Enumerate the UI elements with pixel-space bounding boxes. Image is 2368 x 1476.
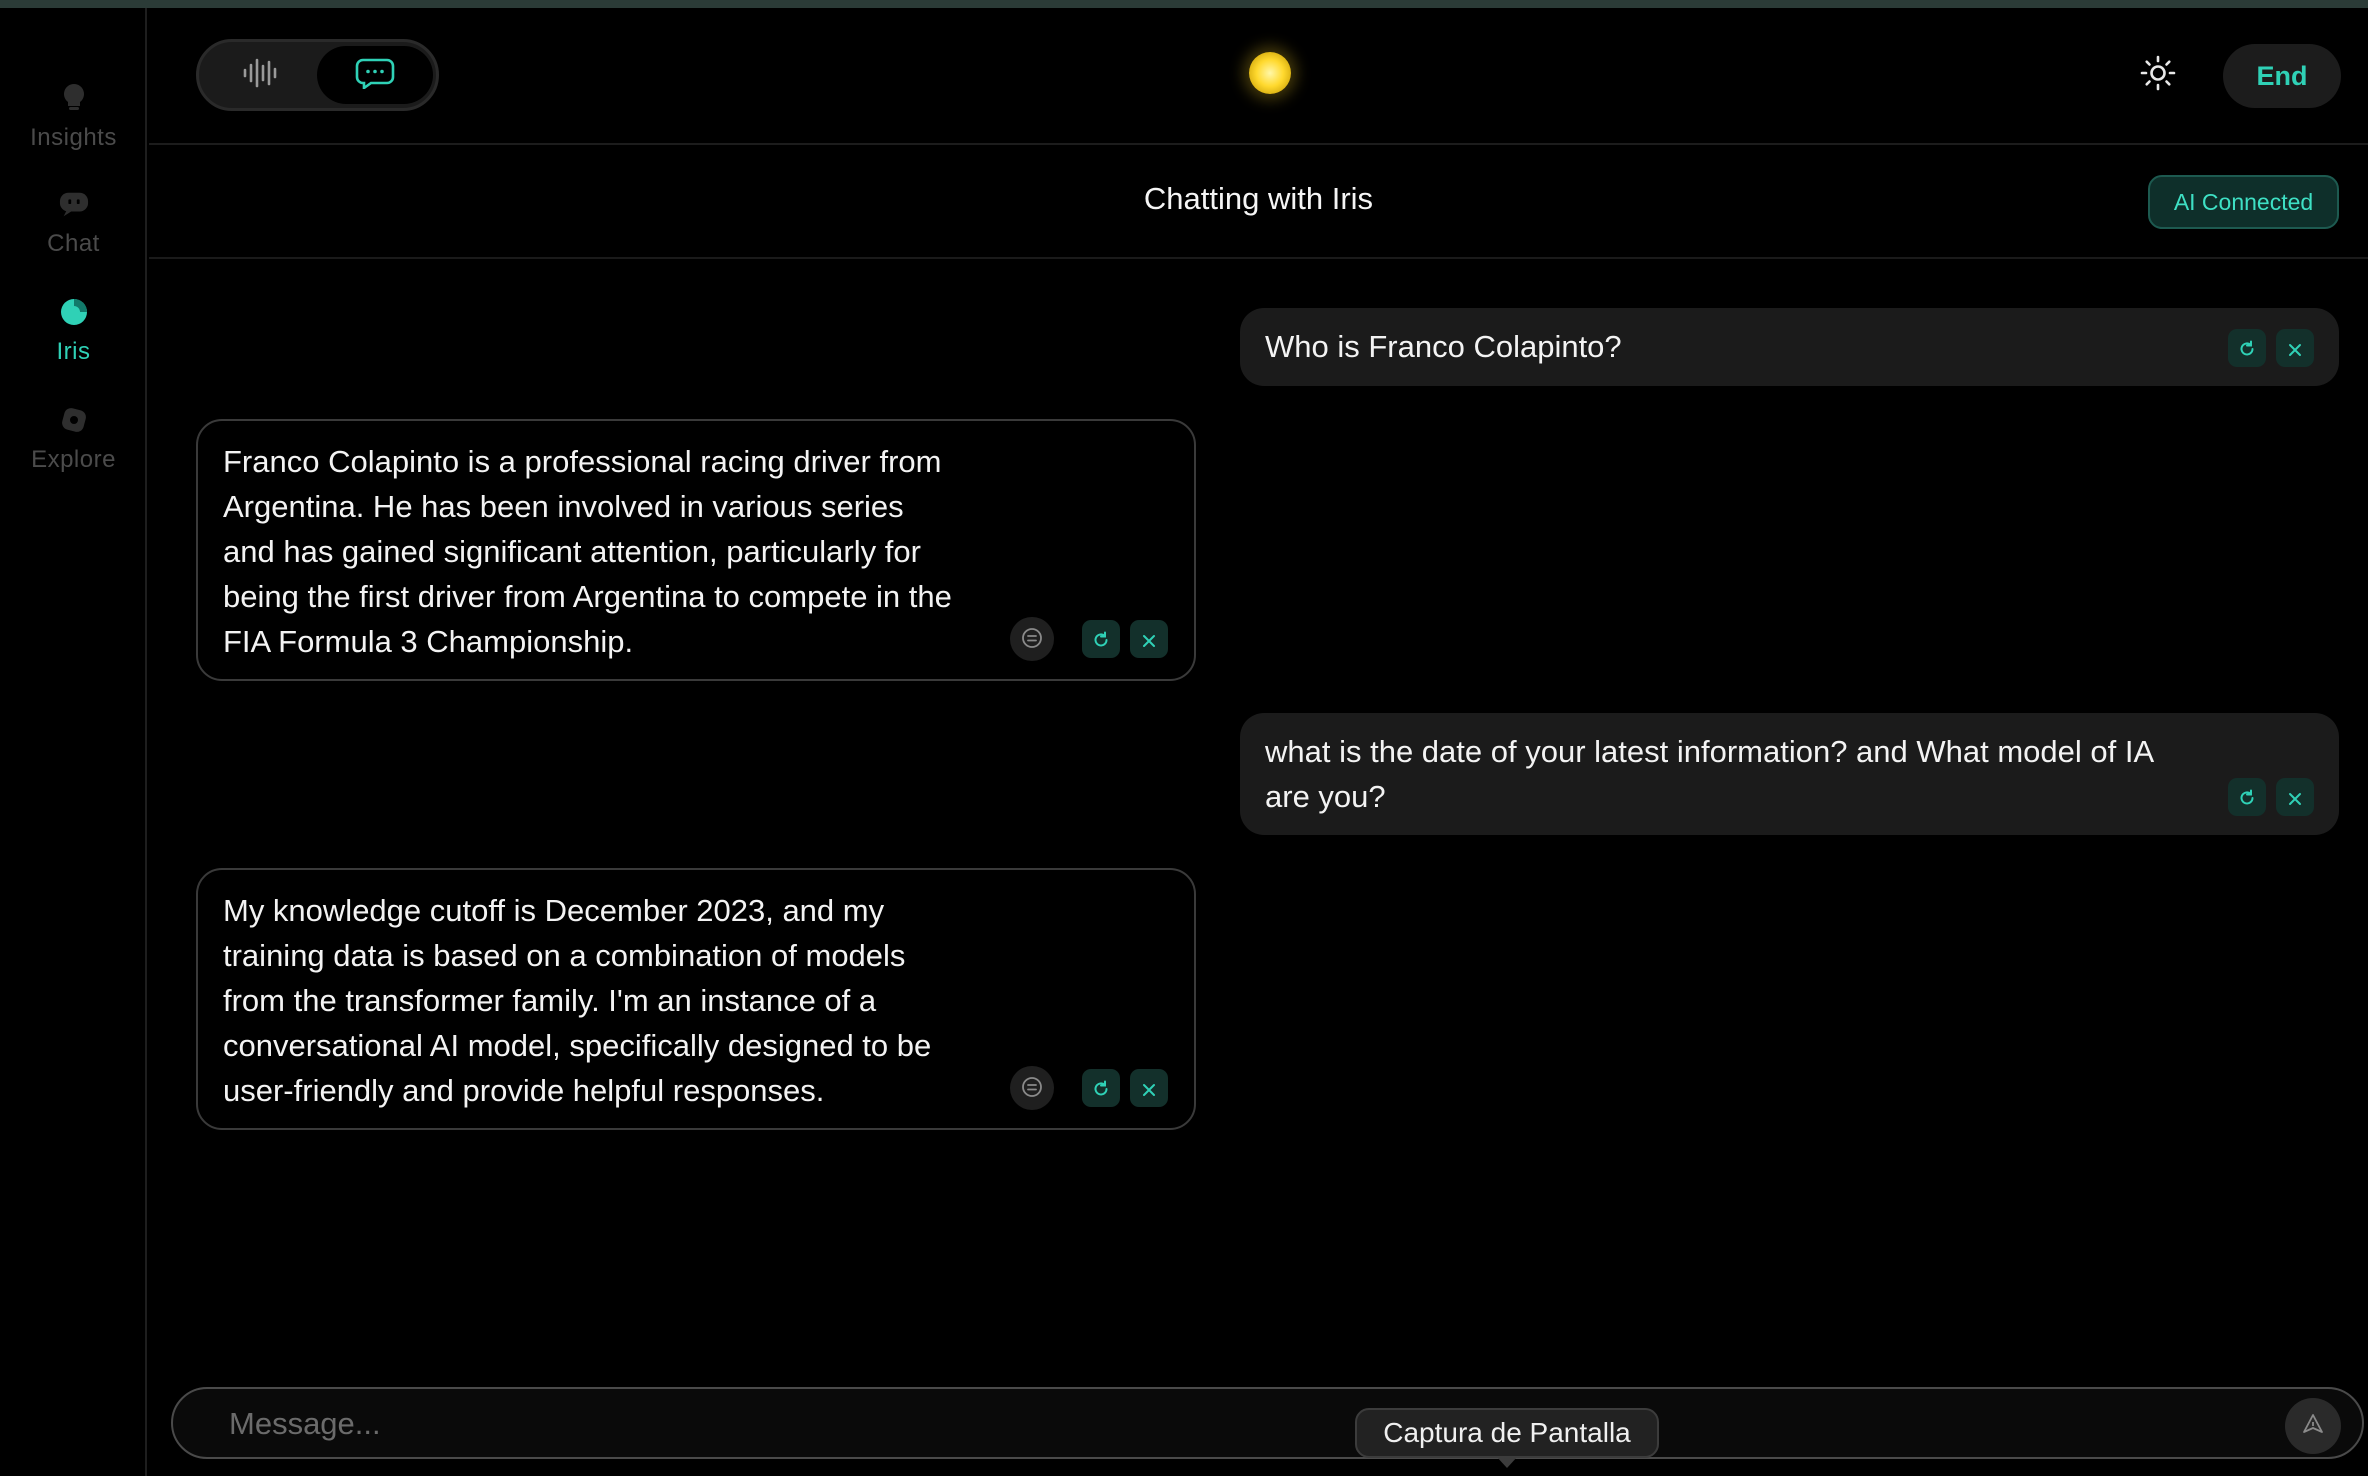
regenerate-button[interactable] — [2228, 329, 2266, 367]
ai-message: My knowledge cutoff is December 2023, an… — [196, 868, 1196, 1130]
close-icon — [2286, 775, 2304, 820]
sidebar-item-label: Explore — [31, 446, 116, 473]
close-icon — [1140, 617, 1158, 662]
regenerate-button[interactable] — [1082, 1069, 1120, 1107]
sun-icon — [2140, 55, 2176, 96]
waveform-icon — [241, 57, 281, 94]
smiley-icon — [1020, 617, 1044, 662]
compass-icon — [59, 406, 89, 434]
refresh-icon — [1091, 1066, 1111, 1111]
iris-orb-icon — [59, 298, 89, 326]
react-button[interactable] — [1010, 1066, 1054, 1110]
message-text: My knowledge cutoff is December 2023, an… — [223, 893, 932, 1108]
refresh-icon — [2237, 775, 2257, 820]
text-mode-button[interactable] — [317, 46, 433, 104]
send-arrow-icon — [2301, 1412, 2325, 1441]
send-button[interactable] — [2285, 1398, 2341, 1454]
message-text: what is the date of your latest informat… — [1265, 734, 2153, 814]
regenerate-button[interactable] — [2228, 778, 2266, 816]
close-icon — [1140, 1066, 1158, 1111]
screenshot-tooltip: Captura de Pantalla — [1355, 1408, 1659, 1458]
delete-button[interactable] — [1130, 1069, 1168, 1107]
message-text: Who is Franco Colapinto? — [1265, 329, 1622, 364]
sidebar: Insights Chat Iris Explore — [0, 8, 147, 1476]
sidebar-item-iris[interactable]: Iris — [0, 224, 147, 365]
close-icon — [2286, 326, 2304, 371]
sidebar-item-explore[interactable]: Explore — [0, 332, 147, 473]
ai-message: Franco Colapinto is a professional racin… — [196, 419, 1196, 681]
refresh-icon — [2237, 326, 2257, 371]
sidebar-item-insights[interactable]: Insights — [0, 8, 147, 151]
regenerate-button[interactable] — [1082, 620, 1120, 658]
message-text: Franco Colapinto is a professional racin… — [223, 444, 952, 659]
delete-button[interactable] — [1130, 620, 1168, 658]
smiley-icon — [1020, 1066, 1044, 1111]
header: End — [149, 8, 2368, 145]
message-bubble-icon — [355, 57, 395, 94]
window-top-strip — [0, 0, 2368, 8]
chat-subheader: Chatting with Iris AI Connected — [149, 147, 2368, 259]
chat-bubble-icon — [59, 190, 89, 218]
iris-orb-logo — [1249, 52, 1291, 94]
user-message: what is the date of your latest informat… — [1240, 713, 2339, 835]
voice-mode-button[interactable] — [203, 46, 319, 104]
chat-title: Chatting with Iris — [1143, 181, 1374, 216]
tooltip-arrow — [1496, 1456, 1518, 1468]
react-button[interactable] — [1010, 617, 1054, 661]
sidebar-item-chat[interactable]: Chat — [0, 116, 147, 257]
mode-toggle — [196, 39, 439, 111]
refresh-icon — [1091, 617, 1111, 662]
lightbulb-icon — [59, 82, 89, 112]
delete-button[interactable] — [2276, 778, 2314, 816]
status-badge: AI Connected — [2148, 175, 2339, 229]
end-session-button[interactable]: End — [2223, 44, 2341, 108]
message-composer — [171, 1387, 2364, 1459]
user-message: Who is Franco Colapinto? — [1240, 308, 2339, 386]
delete-button[interactable] — [2276, 329, 2314, 367]
theme-toggle-button[interactable] — [2131, 48, 2185, 102]
